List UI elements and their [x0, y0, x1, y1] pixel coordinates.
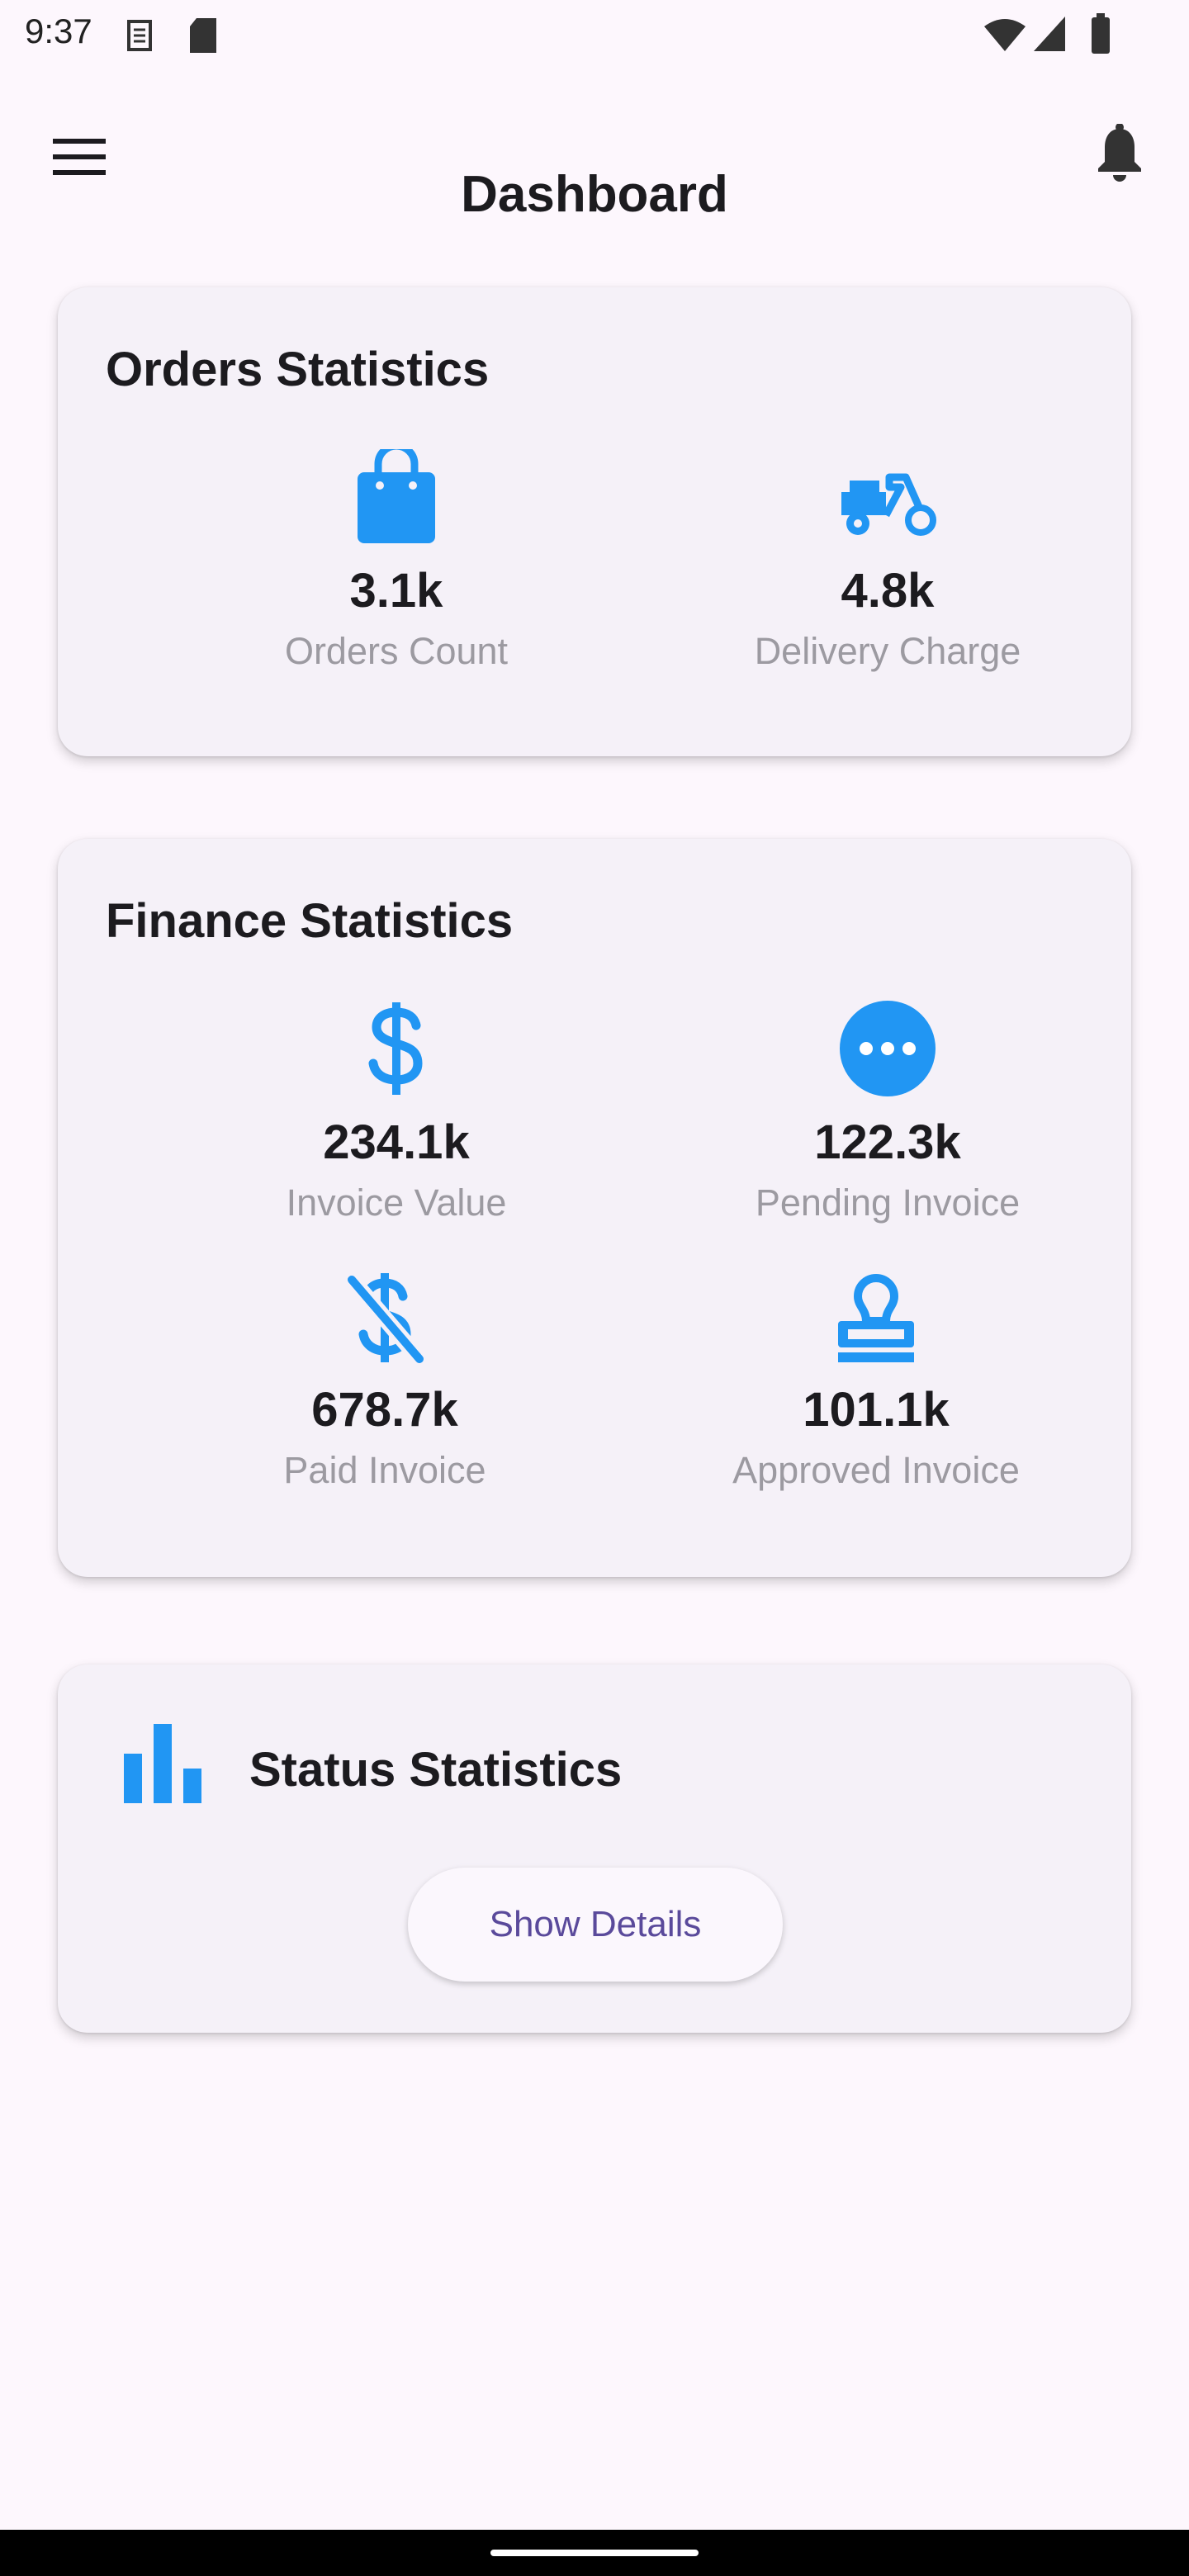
paid-invoice-value: 678.7k	[311, 1383, 458, 1437]
pending-invoice-value: 122.3k	[814, 1115, 961, 1169]
paid-invoice-stat: 678.7k Paid Invoice	[137, 1273, 632, 1492]
finance-statistics-title: Finance Statistics	[106, 894, 514, 948]
bar-chart-icon	[124, 1724, 201, 1803]
notification-button[interactable]	[1090, 121, 1149, 187]
show-details-button[interactable]: Show Details	[408, 1868, 783, 1982]
shopping-bag-icon	[358, 449, 435, 543]
page-title: Dashboard	[461, 166, 728, 223]
bell-icon	[1098, 124, 1141, 182]
battery-icon	[1092, 13, 1110, 54]
pending-icon	[840, 1001, 936, 1096]
orders-count-value: 3.1k	[349, 564, 443, 618]
status-bar: 9:37	[0, 0, 1189, 69]
orders-statistics-title: Orders Statistics	[106, 343, 490, 396]
dollar-icon	[368, 1002, 423, 1095]
delivery-charge-label: Delivery Charge	[754, 630, 1021, 672]
invoice-value-label: Invoice Value	[286, 1181, 507, 1224]
orders-count-label: Orders Count	[284, 630, 509, 672]
status-statistics-title: Status Statistics	[249, 1743, 623, 1797]
pending-invoice-label: Pending Invoice	[755, 1181, 1021, 1224]
home-gesture-handle[interactable]	[490, 2550, 699, 2556]
stamp-icon	[838, 1273, 914, 1362]
scooter-icon	[841, 473, 936, 536]
pending-invoice-stat: 122.3k Pending Invoice	[640, 1001, 1135, 1224]
delivery-charge-stat: 4.8k Delivery Charge	[640, 449, 1135, 673]
status-statistics-card: Status Statistics Show Details	[58, 1664, 1131, 2033]
invoice-value-value: 234.1k	[323, 1115, 470, 1169]
system-navigation-bar	[0, 2530, 1189, 2576]
approved-invoice-stat: 101.1k Approved Invoice	[628, 1273, 1124, 1492]
approved-invoice-value: 101.1k	[803, 1383, 950, 1437]
signal-icon	[1034, 17, 1065, 51]
wifi-icon	[984, 19, 1026, 51]
sd-card-icon	[190, 18, 216, 53]
invoice-value-stat: 234.1k Invoice Value	[149, 1001, 644, 1224]
status-time: 9:37	[25, 12, 92, 50]
orders-statistics-card: Orders Statistics 3.1k Orders Count 4.8k…	[58, 287, 1131, 756]
finance-statistics-card: Finance Statistics 234.1k Invoice Value …	[58, 839, 1131, 1577]
paid-invoice-label: Paid Invoice	[283, 1449, 486, 1491]
orders-count-stat: 3.1k Orders Count	[149, 449, 644, 673]
approved-invoice-label: Approved Invoice	[732, 1449, 1020, 1491]
money-off-icon	[345, 1273, 426, 1364]
app-bar: Dashboard	[0, 107, 1189, 223]
delivery-charge-value: 4.8k	[841, 564, 935, 618]
sim-icon	[127, 20, 152, 51]
